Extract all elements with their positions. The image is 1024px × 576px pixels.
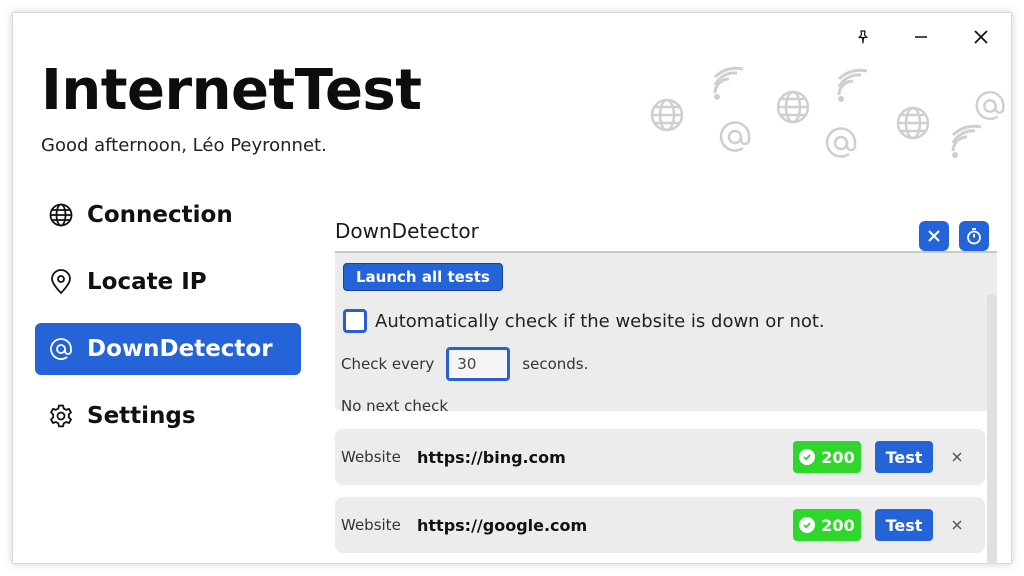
at-sign-icon xyxy=(719,121,751,152)
close-icon xyxy=(952,520,962,530)
status-badge: 200 xyxy=(793,509,861,541)
check-icon xyxy=(799,449,816,465)
website-row: Website https://bing.com 200 Test xyxy=(335,429,985,485)
check-interval-row: Check every seconds. xyxy=(341,347,588,381)
launch-all-tests-button[interactable]: Launch all tests xyxy=(343,263,503,291)
auto-check-label: Automatically check if the website is do… xyxy=(375,310,825,332)
close-window-button[interactable] xyxy=(961,23,1001,51)
sidebar-item-label: Locate IP xyxy=(87,269,207,295)
close-icon xyxy=(952,452,962,462)
sidebar-item-downdetector[interactable]: DownDetector xyxy=(35,323,301,375)
location-pin-icon xyxy=(47,268,75,296)
auto-check-option[interactable]: Automatically check if the website is do… xyxy=(343,309,825,333)
at-sign-icon xyxy=(825,127,857,158)
gear-icon xyxy=(47,402,75,430)
auto-check-checkbox[interactable] xyxy=(343,309,367,333)
sidebar-item-settings[interactable]: Settings xyxy=(35,390,301,442)
greeting-text: Good afternoon, Léo Peyronnet. xyxy=(41,135,327,156)
panel-divider xyxy=(335,251,997,253)
scrollbar[interactable] xyxy=(987,295,997,563)
interval-input[interactable] xyxy=(446,347,511,381)
test-button[interactable]: Test xyxy=(875,441,933,473)
decorative-pattern xyxy=(645,59,1009,169)
section-title: DownDetector xyxy=(335,219,479,243)
remove-website-button[interactable] xyxy=(945,513,969,537)
close-icon xyxy=(974,30,988,44)
seconds-label: seconds. xyxy=(522,355,589,373)
app-title: InternetTest xyxy=(41,58,422,123)
check-icon xyxy=(799,517,816,533)
minimize-icon xyxy=(915,36,927,38)
wifi-icon xyxy=(837,68,868,102)
auto-check-panel: Launch all tests Automatically check if … xyxy=(335,251,997,415)
close-icon xyxy=(928,230,940,242)
check-every-label: Check every xyxy=(341,355,435,373)
sidebar-item-label: Settings xyxy=(87,403,196,429)
sidebar-item-label: Connection xyxy=(87,202,233,228)
globe-icon xyxy=(47,201,75,229)
stop-button[interactable] xyxy=(919,221,949,251)
next-check-status: No next check xyxy=(341,397,449,415)
status-code: 200 xyxy=(821,447,855,467)
globe-icon xyxy=(896,106,930,140)
at-sign-icon xyxy=(975,91,1005,120)
pin-icon xyxy=(858,30,868,44)
sidebar-item-connection[interactable]: Connection xyxy=(35,189,301,241)
at-sign-icon xyxy=(47,335,75,363)
website-url: https://google.com xyxy=(417,515,588,535)
website-key-label: Website xyxy=(341,448,401,466)
status-badge: 200 xyxy=(793,441,861,473)
status-code: 200 xyxy=(821,515,855,535)
sidebar-item-locate-ip[interactable]: Locate IP xyxy=(35,256,301,308)
wifi-icon xyxy=(951,124,982,158)
website-url: https://bing.com xyxy=(417,447,566,467)
website-row: Website https://google.com 200 Test xyxy=(335,497,985,553)
sidebar-item-label: DownDetector xyxy=(87,336,273,362)
pin-button[interactable] xyxy=(843,23,883,51)
website-key-label: Website xyxy=(341,516,401,534)
globe-icon xyxy=(650,98,684,132)
sidebar: Connection Locate IP DownDetector Settin… xyxy=(35,189,301,457)
timer-icon xyxy=(967,228,981,245)
wifi-icon xyxy=(713,66,744,100)
app-window: InternetTest Good afternoon, Léo Peyronn… xyxy=(12,12,1012,564)
test-button[interactable]: Test xyxy=(875,509,933,541)
minimize-button[interactable] xyxy=(901,23,941,51)
timer-button[interactable] xyxy=(959,221,989,251)
globe-icon xyxy=(776,90,810,124)
remove-website-button[interactable] xyxy=(945,445,969,469)
